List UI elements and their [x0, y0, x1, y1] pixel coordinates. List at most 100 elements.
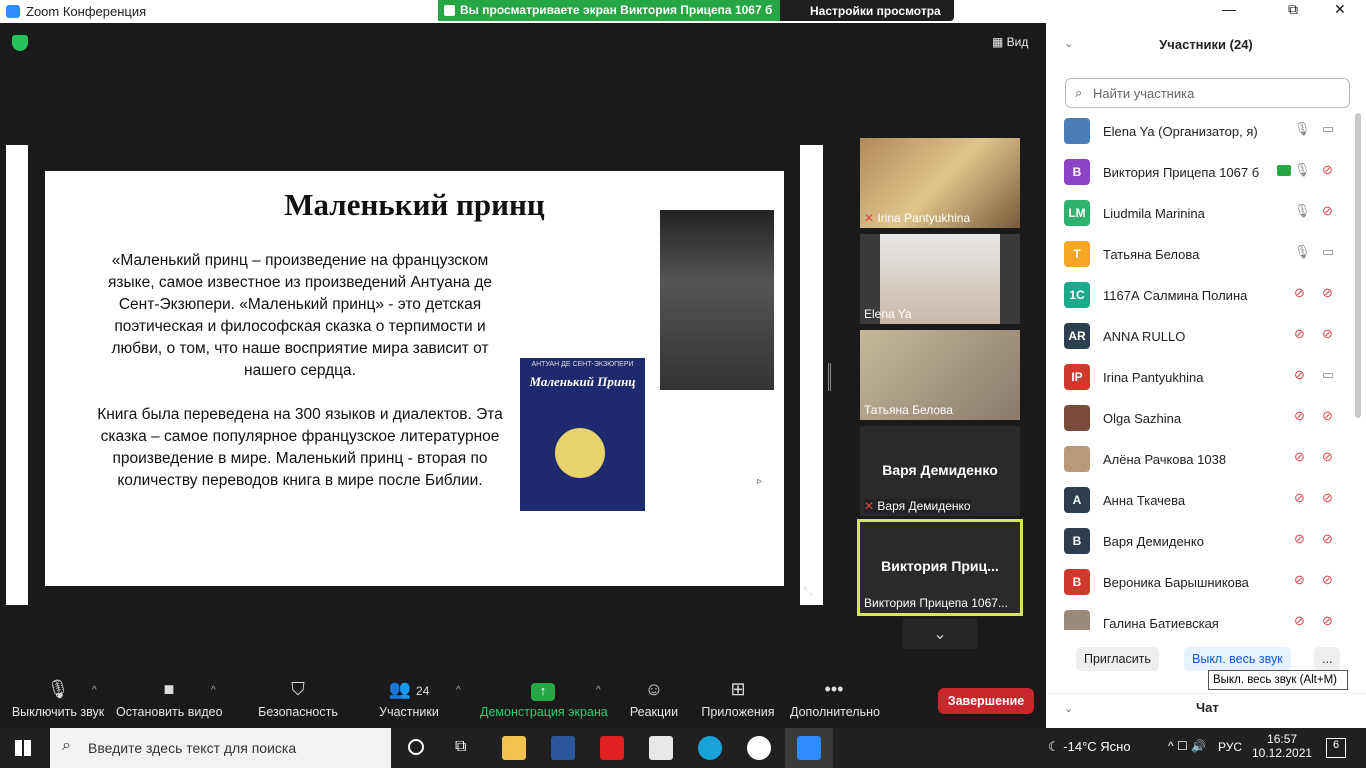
- encryption-shield-icon[interactable]: [12, 35, 28, 51]
- camera-off-icon[interactable]: ⊘: [1322, 572, 1333, 588]
- avatar: Т: [1064, 241, 1090, 267]
- avatar: [1064, 446, 1090, 472]
- mic-muted-icon[interactable]: ⊘: [1294, 490, 1305, 506]
- microphone-icon[interactable]: 🎙: [1294, 244, 1311, 260]
- chevron-down-icon[interactable]: ⌄: [903, 619, 977, 649]
- restore-button[interactable]: ⧉: [1288, 1, 1298, 18]
- mic-muted-icon[interactable]: ⊘: [1294, 613, 1305, 629]
- taskbar-search-input[interactable]: ⌕ Введите здесь текст для поиска: [50, 728, 391, 768]
- participant-row[interactable]: 1С 1167А Салмина Полина ⊘ ⊘: [1064, 282, 1354, 323]
- invite-button[interactable]: Пригласить: [1076, 647, 1159, 671]
- camera-icon: ■: [163, 679, 175, 699]
- weather-widget[interactable]: ☾ -14°C Ясно: [1048, 739, 1131, 755]
- mic-muted-icon: ✕: [864, 499, 878, 513]
- zoom-taskbar-item[interactable]: [785, 728, 833, 768]
- microphone-icon[interactable]: 🎙: [1294, 203, 1311, 219]
- video-tile[interactable]: Татьяна Белова: [860, 330, 1020, 420]
- input-language[interactable]: РУС: [1218, 740, 1242, 754]
- more-button[interactable]: ••• Дополнительно: [790, 679, 880, 719]
- camera-off-icon[interactable]: ⊘: [1322, 326, 1333, 342]
- shield-icon: ⛉: [291, 679, 305, 699]
- mic-muted-icon[interactable]: ⊘: [1294, 449, 1305, 465]
- yandex-icon[interactable]: [600, 736, 624, 760]
- share-screen-button[interactable]: ↑ Демонстрация экрана: [480, 679, 608, 719]
- reactions-button[interactable]: ☺ Реакции: [628, 679, 680, 719]
- share-label: Демонстрация экрана: [480, 705, 608, 719]
- tile-display-name: Варя Демиденко: [882, 462, 998, 478]
- video-tile[interactable]: Варя Демиденко ✕ Варя Демиденко: [860, 426, 1020, 516]
- video-tile[interactable]: Elena Ya: [860, 234, 1020, 324]
- mic-muted-icon[interactable]: ⊘: [1294, 326, 1305, 342]
- expand-chevron-icon[interactable]: ⌄: [1064, 702, 1073, 715]
- mic-muted-icon[interactable]: ⊘: [1294, 572, 1305, 588]
- video-tile[interactable]: ✕ Irina Pantyukhina: [860, 138, 1020, 228]
- mic-muted-icon[interactable]: ⊘: [1294, 531, 1305, 547]
- apps-button[interactable]: ⊞ Приложения: [700, 679, 776, 719]
- panel-scrollbar[interactable]: [1355, 113, 1361, 418]
- panel-more-button[interactable]: ...: [1314, 647, 1341, 671]
- video-options-chevron-icon[interactable]: ^: [211, 685, 216, 696]
- participant-row[interactable]: AR ANNA RULLO ⊘ ⊘: [1064, 323, 1354, 364]
- participant-row[interactable]: Т Татьяна Белова 🎙 ▭: [1064, 241, 1354, 282]
- participant-row[interactable]: В Варя Демиденко ⊘ ⊘: [1064, 528, 1354, 569]
- stop-video-button[interactable]: ■ Остановить видео: [116, 679, 223, 719]
- participant-row[interactable]: LM Liudmila Marinina 🎙 ⊘: [1064, 200, 1354, 241]
- more-icon: •••: [824, 679, 844, 699]
- mic-muted-icon[interactable]: ⊘: [1294, 367, 1305, 383]
- clock[interactable]: 16:57 10.12.2021: [1252, 732, 1312, 760]
- active-speaker-tile[interactable]: Виктория Приц... Виктория Прицепа 1067...: [857, 519, 1023, 616]
- participants-options-chevron-icon[interactable]: ^: [456, 685, 461, 696]
- word-icon[interactable]: [551, 736, 575, 760]
- cortana-icon[interactable]: [408, 739, 424, 755]
- participants-label: Участники: [379, 705, 439, 719]
- task-view-icon[interactable]: ⧉: [455, 738, 466, 756]
- view-button[interactable]: ▦ Вид: [992, 35, 1028, 49]
- mic-muted-icon[interactable]: ⊘: [1294, 285, 1305, 301]
- participant-row[interactable]: А Анна Ткачева ⊘ ⊘: [1064, 487, 1354, 528]
- chat-section-header[interactable]: ⌄ Чат: [1046, 693, 1366, 728]
- participant-row[interactable]: Алёна Рачкова 1038 ⊘ ⊘: [1064, 446, 1354, 487]
- camera-off-icon[interactable]: ⊘: [1322, 449, 1333, 465]
- participant-row[interactable]: Olga Sazhina ⊘ ⊘: [1064, 405, 1354, 446]
- collapse-icon[interactable]: ⤡: [803, 584, 813, 599]
- windows-start-icon[interactable]: [15, 740, 31, 756]
- participant-row[interactable]: IP Irina Pantyukhina ⊘ ▭: [1064, 364, 1354, 405]
- notifications-button[interactable]: 6: [1326, 738, 1346, 758]
- close-button[interactable]: ✕: [1334, 1, 1346, 18]
- minimize-button[interactable]: —: [1222, 1, 1236, 17]
- mic-muted-icon[interactable]: ⊘: [1294, 408, 1305, 424]
- camera-off-icon[interactable]: ⊘: [1322, 531, 1333, 547]
- audio-options-chevron-icon[interactable]: ^: [92, 685, 97, 696]
- store-icon[interactable]: [649, 736, 673, 760]
- avatar: В: [1064, 569, 1090, 595]
- camera-off-icon[interactable]: ⊘: [1322, 613, 1333, 629]
- camera-off-icon[interactable]: ⊘: [1322, 162, 1333, 178]
- participant-row[interactable]: В Виктория Прицепа 1067 б 🎙 ⊘: [1064, 159, 1354, 200]
- camera-off-icon[interactable]: ⊘: [1322, 285, 1333, 301]
- camera-icon[interactable]: ▭: [1322, 121, 1334, 137]
- edge-icon[interactable]: [698, 736, 722, 760]
- camera-off-icon[interactable]: ⊘: [1322, 490, 1333, 506]
- mute-all-button[interactable]: Выкл. весь звук: [1184, 647, 1291, 671]
- microphone-icon[interactable]: 🎙: [1294, 121, 1311, 137]
- security-button[interactable]: ⛉ Безопасность: [258, 679, 338, 719]
- splitter-handle[interactable]: [828, 363, 831, 391]
- camera-icon[interactable]: ▭: [1322, 244, 1334, 260]
- camera-icon[interactable]: ▭: [1322, 367, 1334, 383]
- participant-search-input[interactable]: ⌕ Найти участника: [1065, 78, 1350, 108]
- slide-paragraph-1: «Маленький принц – произведение на франц…: [108, 252, 492, 379]
- yandex-browser-icon[interactable]: [747, 736, 771, 760]
- tray-icons[interactable]: ^ ☐ 🔊: [1168, 739, 1206, 753]
- share-options-chevron-icon[interactable]: ^: [596, 685, 601, 696]
- search-icon: ⌕: [62, 737, 71, 754]
- camera-off-icon[interactable]: ⊘: [1322, 203, 1333, 219]
- participant-row[interactable]: Elena Ya (Организатор, я) 🎙 ▭: [1064, 118, 1354, 159]
- microphone-icon[interactable]: 🎙: [1294, 162, 1311, 178]
- participant-row[interactable]: Галина Батиевская ⊘ ⊘: [1064, 610, 1354, 630]
- view-options-button[interactable]: Настройки просмотра ⌄: [780, 0, 954, 32]
- participants-button[interactable]: 👥 24 Участники: [378, 679, 440, 719]
- participant-row[interactable]: В Вероника Барышникова ⊘ ⊘: [1064, 569, 1354, 610]
- file-explorer-icon[interactable]: [502, 736, 526, 760]
- end-meeting-button[interactable]: Завершение: [938, 688, 1034, 714]
- camera-off-icon[interactable]: ⊘: [1322, 408, 1333, 424]
